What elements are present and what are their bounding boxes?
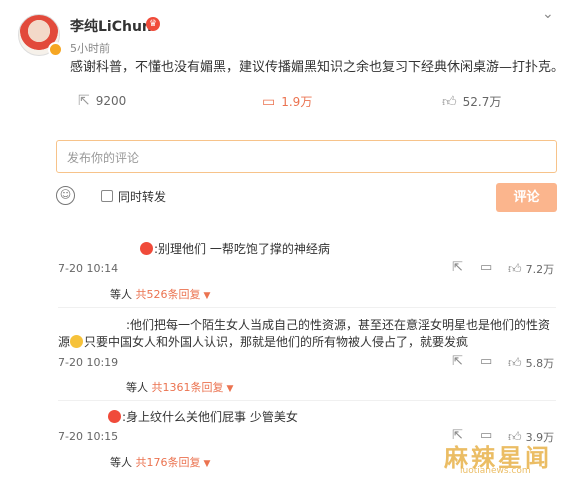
forward-count: 9200 <box>95 94 127 108</box>
like-count: 52.7万 <box>462 95 502 109</box>
reply-summary: 等人 共1361条回复 ▼ <box>126 381 234 394</box>
comment-time: 7-20 10:19 <box>58 356 119 369</box>
commenter-avatar[interactable] <box>108 410 121 423</box>
emoji-icon[interactable]: ☺ <box>56 186 75 205</box>
like-icon: 👍︎ <box>442 94 457 110</box>
submit-comment-button[interactable]: 评论 <box>496 183 557 212</box>
watermark-url: luotianews.com <box>460 466 531 476</box>
emoji-icon <box>70 335 84 348</box>
divider <box>58 400 556 401</box>
chevron-down-icon[interactable]: ⌄ <box>542 6 554 22</box>
comment-input[interactable]: 发布你的评论 <box>56 140 557 173</box>
view-replies-link[interactable]: 共1361条回复 <box>152 381 224 394</box>
like-icon: 👍︎ <box>508 261 522 277</box>
caret-down-icon[interactable]: ▼ <box>227 384 234 394</box>
forward-checkbox[interactable] <box>101 190 113 202</box>
caret-down-icon[interactable]: ▼ <box>204 459 211 469</box>
reply-summary: 等人 共526条回复 ▼ <box>110 288 211 301</box>
comment-icon: ▭ <box>262 93 276 110</box>
reply-summary: 等人 共176条回复 ▼ <box>110 456 211 469</box>
divider <box>58 307 556 308</box>
weibo-post: 李纯LiChun ♛ 5小时前 ⌄ 感谢科普，不懂也没有媚黑，建议传播媚黑知识之… <box>0 0 578 480</box>
forward-icon: ⇱ <box>78 93 90 109</box>
comment-like-button[interactable]: 👍︎ 5.8万 <box>508 355 554 371</box>
forward-icon[interactable]: ⇱ <box>452 354 463 369</box>
post-time[interactable]: 5小时前 <box>70 40 110 56</box>
commenter-avatar[interactable] <box>140 242 153 255</box>
comment-time: 7-20 10:15 <box>58 430 119 443</box>
view-replies-link[interactable]: 共176条回复 <box>136 456 201 469</box>
forward-icon[interactable]: ⇱ <box>452 260 463 275</box>
comment-text: :别理他们 一帮吃饱了撑的神经病 <box>140 240 330 258</box>
member-crown-icon: ♛ <box>146 17 160 31</box>
like-button[interactable]: 👍︎ 52.7万 <box>442 93 501 110</box>
comment-text: :身上纹什么关他们屁事 少管美女 <box>108 408 298 426</box>
caret-down-icon[interactable]: ▼ <box>204 291 211 301</box>
reply-icon[interactable]: ▭ <box>480 260 492 275</box>
reply-icon[interactable]: ▭ <box>480 354 492 369</box>
verified-badge-icon <box>48 42 63 57</box>
comment-count: 1.9万 <box>281 95 313 109</box>
post-content: 感谢科普，不懂也没有媚黑，建议传播媚黑知识之余也复习下经典休闲桌游—打扑克。 <box>70 60 565 75</box>
comment-button[interactable]: ▭ 1.9万 <box>262 93 312 110</box>
view-replies-link[interactable]: 共526条回复 <box>136 288 201 301</box>
comment-time: 7-20 10:14 <box>58 262 119 275</box>
forward-checkbox-label: 同时转发 <box>118 190 167 204</box>
forward-button[interactable]: ⇱ 9200 <box>78 93 126 109</box>
comment-like-button[interactable]: 👍︎ 7.2万 <box>508 261 554 277</box>
like-icon: 👍︎ <box>508 355 522 371</box>
comment-text-line2: 源只要中国女人和外国人认识，那就是他们的所有物被人侵占了，就要发疯 <box>58 335 469 349</box>
comment-text: :他们把每一个陌生女人当成自己的性资源，甚至还在意淫女明星也是他们的性资 <box>126 318 551 332</box>
author-name[interactable]: 李纯LiChun <box>70 16 152 36</box>
